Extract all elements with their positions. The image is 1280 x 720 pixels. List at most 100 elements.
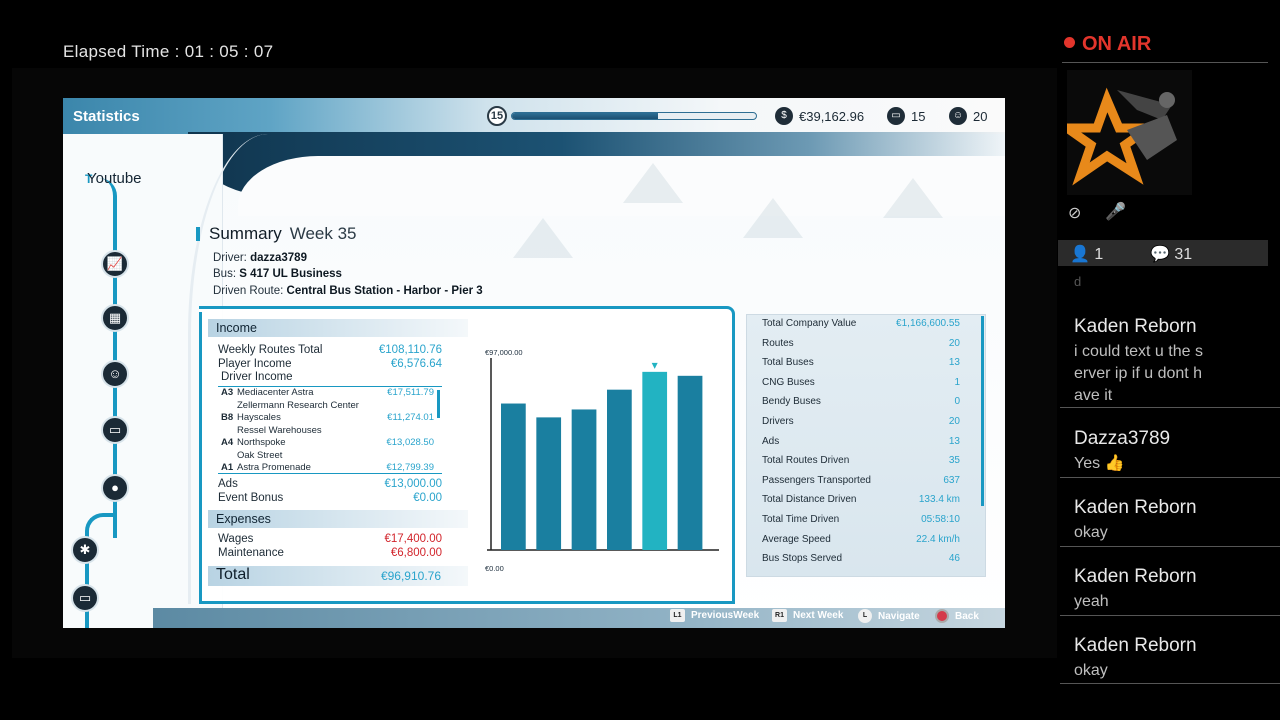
chart-bar[interactable] <box>642 371 668 550</box>
stat-row: Total Buses 13 <box>762 357 960 368</box>
bg-triangle <box>623 163 683 203</box>
top-bar: Statistics 15 $ €39,162.96 ▭ 15 ☺ 20 <box>63 98 1005 134</box>
ads-label: Ads <box>218 478 238 490</box>
chat-message: Dazza3789 Yes 👍 <box>1060 408 1280 478</box>
bus-count-value: 15 <box>911 108 926 124</box>
chat-text: okay <box>1074 524 1108 541</box>
wages-label: Wages <box>218 533 254 545</box>
driver-income-row: Driver Income <box>221 371 445 383</box>
stat-label: Bendy Buses <box>762 396 821 408</box>
stat-value: 20 <box>948 337 960 349</box>
bus-count-stat: ▭ 15 <box>887 107 925 125</box>
next-week-label: Next Week <box>793 610 844 621</box>
stat-value: 1 <box>954 376 960 388</box>
stat-row: Bendy Buses 0 <box>762 396 960 407</box>
gears-icon[interactable]: ✱ <box>71 536 99 564</box>
chart-bar[interactable] <box>677 375 703 550</box>
stat-value: 637 <box>943 474 960 486</box>
stat-row: Passengers Transported 637 <box>762 475 960 486</box>
chat-text: Yes 👍 <box>1074 455 1125 472</box>
route-info: Driven Route: Central Bus Station - Harb… <box>213 285 483 297</box>
event-bonus-value: €0.00 <box>413 492 442 504</box>
weekly-routes-label: Weekly Routes Total <box>218 344 323 356</box>
summary-title: Summary <box>209 224 282 243</box>
bus-icon: ▭ <box>887 107 905 125</box>
chart-bar[interactable] <box>571 409 597 550</box>
chart-bar[interactable] <box>501 403 526 550</box>
stat-row: Average Speed 22.4 km/h <box>762 534 960 545</box>
camera-off-icon[interactable]: ⊘ <box>1068 203 1081 223</box>
stat-row: Total Distance Driven 133.4 km <box>762 494 960 505</box>
previous-week-hint[interactable]: L1 PreviousWeek <box>670 609 759 622</box>
expenses-header: Expenses <box>208 510 468 528</box>
chat-message: Kaden Reborn i could text u the s erver … <box>1060 300 1280 408</box>
elapsed-time: Elapsed Time : 01 : 05 : 07 <box>63 42 273 62</box>
previous-week-label: PreviousWeek <box>691 610 760 621</box>
list-item: Ressel Warehouses <box>237 424 322 436</box>
elapsed-label: Elapsed Time : <box>63 42 180 61</box>
driver-label: Driver: <box>213 252 247 264</box>
stat-label: Total Company Value <box>762 318 857 329</box>
total-label: Total <box>216 566 250 583</box>
driver-income-list[interactable]: A3 Mediacenter Astra €17,511.79 Zellermann… <box>218 386 442 474</box>
coins-icon: $ <box>775 107 793 125</box>
chat-username: Kaden Reborn <box>1074 316 1197 337</box>
chat-message: Kaden Reborn okay <box>1060 478 1280 547</box>
stat-value: 35 <box>948 455 960 467</box>
bus-label: Bus: <box>213 268 237 280</box>
stat-label: Total Buses <box>762 357 814 369</box>
elapsed-value: 01 : 05 : 07 <box>184 42 274 61</box>
circle-button-icon <box>935 609 949 623</box>
list-item: A1 Astra Promenade €12,799.39 <box>221 462 434 473</box>
list-item: Oak Street <box>237 449 283 461</box>
navigate-hint[interactable]: L Navigate <box>858 609 920 623</box>
faded-chat-message: d <box>1074 274 1082 289</box>
driver-income-label: Driver Income <box>221 371 293 383</box>
stat-value: 46 <box>948 553 960 565</box>
stat-label: Total Distance Driven <box>762 494 857 506</box>
chart-bar[interactable] <box>607 389 632 550</box>
bus-nav-icon[interactable]: ▭ <box>101 416 129 444</box>
driver-info: Driver: dazza3789 <box>213 252 307 264</box>
driver-count-stat: ☺ 20 <box>949 107 987 125</box>
ads-value: €13,000.00 <box>384 478 442 490</box>
driver-nav-icon[interactable]: ☺ <box>101 360 129 388</box>
viewer-stats: 👤 1 💬 31 <box>1058 240 1268 266</box>
monitor-icon[interactable]: ▭ <box>71 584 99 612</box>
total-value: €96,910.76 <box>380 569 441 583</box>
stat-label: Total Time Driven <box>762 514 840 525</box>
stat-label: CNG Buses <box>762 376 815 388</box>
route-label: Driven Route: <box>213 285 284 297</box>
comment-icon: 💬 <box>1150 246 1170 263</box>
stat-value: 133.4 km <box>918 494 960 506</box>
income-header: Income <box>208 319 468 337</box>
maintenance-value: €6,800.00 <box>390 547 442 559</box>
chart-icon[interactable]: 📈 <box>101 250 129 278</box>
stat-label: Average Speed <box>762 533 831 545</box>
microphone-icon[interactable]: 🎤 <box>1105 202 1126 222</box>
bg-triangle <box>743 198 803 238</box>
stats-scrollbar[interactable] <box>981 316 984 506</box>
bg-triangle <box>883 178 943 218</box>
on-air-label: ON AIR <box>1082 33 1152 55</box>
driver-list-scrollbar[interactable] <box>437 390 440 418</box>
stat-value: 22.4 km/h <box>916 533 960 545</box>
stat-row: Total Routes Driven 35 <box>762 455 960 466</box>
next-week-hint[interactable]: R1 Next Week <box>772 609 843 622</box>
weekly-routes-value: €108,110.76 <box>378 344 442 356</box>
chart-bar[interactable] <box>536 417 562 550</box>
driver-icon: ☺ <box>949 107 967 125</box>
back-hint[interactable]: Back <box>935 609 979 623</box>
stat-value: 13 <box>948 435 960 447</box>
people-icon[interactable]: ● <box>101 474 129 502</box>
summary-week: Week 35 <box>289 224 357 243</box>
xp-bar <box>511 112 757 120</box>
stat-row: Total Company Value €1,166,600.55 <box>762 318 960 329</box>
chat-message: Kaden Reborn okay <box>1060 616 1280 684</box>
chat-text: okay <box>1074 662 1108 679</box>
map-icon[interactable]: ▦ <box>101 304 129 332</box>
list-item: Zellermann Research Center <box>237 399 359 411</box>
chat-text: yeah <box>1074 593 1109 610</box>
money-value: €39,162.96 <box>799 108 865 124</box>
user-icon: 👤 <box>1070 246 1090 263</box>
